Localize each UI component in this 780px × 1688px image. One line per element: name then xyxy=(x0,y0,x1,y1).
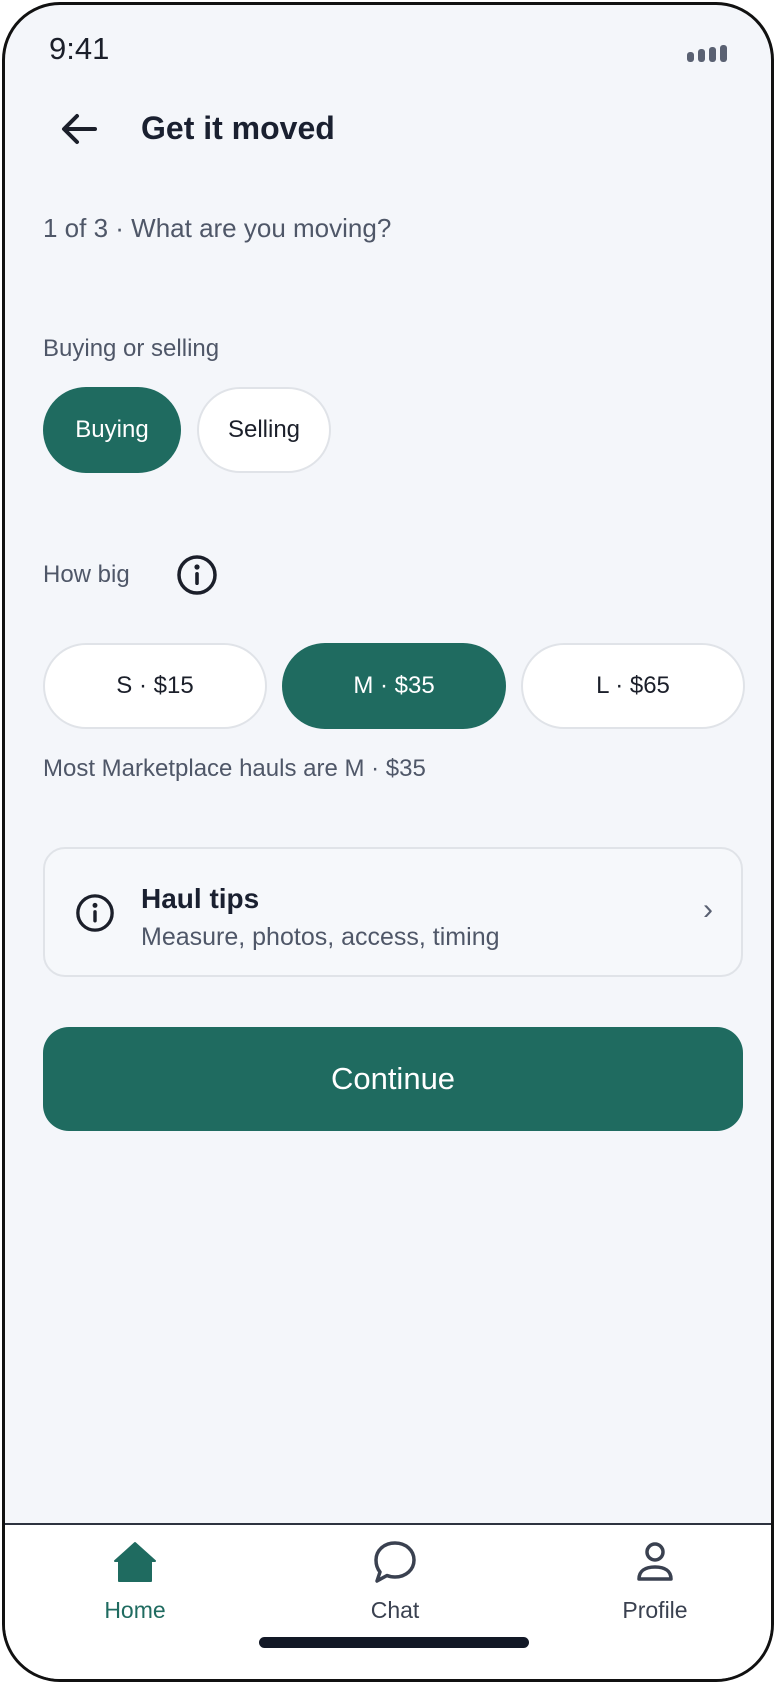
selling-chip[interactable]: Selling xyxy=(197,387,331,473)
size-label: How big xyxy=(43,561,130,588)
home-icon xyxy=(114,1542,156,1582)
buying-chip[interactable]: Buying xyxy=(43,387,181,473)
tab-profile[interactable]: Profile xyxy=(575,1539,735,1624)
tab-label: Home xyxy=(104,1597,166,1623)
signal-icon xyxy=(687,45,727,62)
step-indicator: 1 of 3 · What are you moving? xyxy=(43,213,392,243)
arrow-left-icon xyxy=(62,114,97,144)
size-chip-s[interactable]: S · $15 xyxy=(43,643,267,729)
haul-tips-card[interactable]: Haul tips Measure, photos, access, timin… xyxy=(43,847,743,977)
size-chip-l[interactable]: L · $65 xyxy=(521,643,745,729)
page-title: Get it moved xyxy=(141,110,335,146)
info-icon[interactable] xyxy=(176,554,218,596)
tips-title: Haul tips xyxy=(141,883,260,914)
status-time: 9:41 xyxy=(49,31,110,66)
back-button[interactable] xyxy=(55,105,103,153)
chevron-right-icon: › xyxy=(703,893,713,926)
tab-home[interactable]: Home xyxy=(55,1539,215,1624)
tab-bar: Home Chat Profile xyxy=(5,1523,771,1679)
tips-subtitle: Measure, photos, access, timing xyxy=(141,923,500,951)
trade-label: Buying or selling xyxy=(43,335,220,362)
size-hint: Most Marketplace hauls are M · $35 xyxy=(43,755,426,782)
phone-frame: 9:41 Get it moved 1 of 3 · What are you … xyxy=(2,2,774,1682)
continue-button[interactable]: Continue xyxy=(43,1027,743,1131)
size-chip-m[interactable]: M · $35 xyxy=(282,643,506,729)
info-icon xyxy=(75,893,115,933)
chat-icon xyxy=(374,1541,416,1583)
tab-label: Chat xyxy=(370,1597,420,1623)
profile-icon xyxy=(637,1542,673,1581)
tab-label: Profile xyxy=(622,1597,688,1623)
home-indicator xyxy=(259,1637,529,1648)
tab-chat[interactable]: Chat xyxy=(315,1539,475,1624)
